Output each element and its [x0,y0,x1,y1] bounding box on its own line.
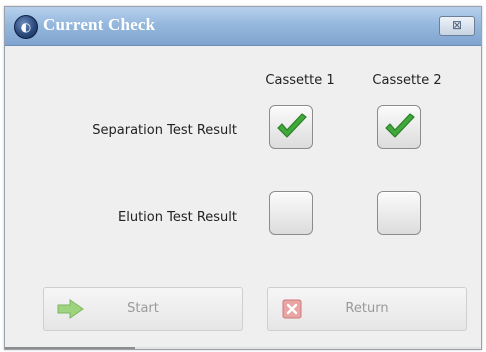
start-button[interactable]: Start [43,287,243,331]
separation-test-label: Separation Test Result [92,123,237,138]
scrollbar-thumb[interactable] [5,347,135,349]
column-header-cassette-2: Cassette 2 [372,73,442,88]
current-check-dialog: ◐ Current Check ⊠ Cassette 1 Cassette 2 … [4,6,482,350]
return-button[interactable]: Return [267,287,467,331]
column-header-cassette-1: Cassette 1 [265,73,335,88]
elution-test-label: Elution Test Result [118,210,237,225]
title-bar[interactable]: ◐ Current Check ⊠ [5,7,481,46]
elution-cassette-2-checkbox[interactable] [377,191,421,235]
app-icon: ◐ [14,15,38,39]
start-button-label: Start [127,301,159,316]
close-button[interactable]: ⊠ [439,16,475,36]
window-title: Current Check [43,15,156,34]
check-icon [385,113,415,138]
return-button-label: Return [345,301,389,316]
separation-cassette-1-checkbox[interactable] [269,105,313,149]
check-icon [277,113,307,138]
separation-cassette-2-checkbox[interactable] [377,105,421,149]
elution-cassette-1-checkbox[interactable] [269,191,313,235]
